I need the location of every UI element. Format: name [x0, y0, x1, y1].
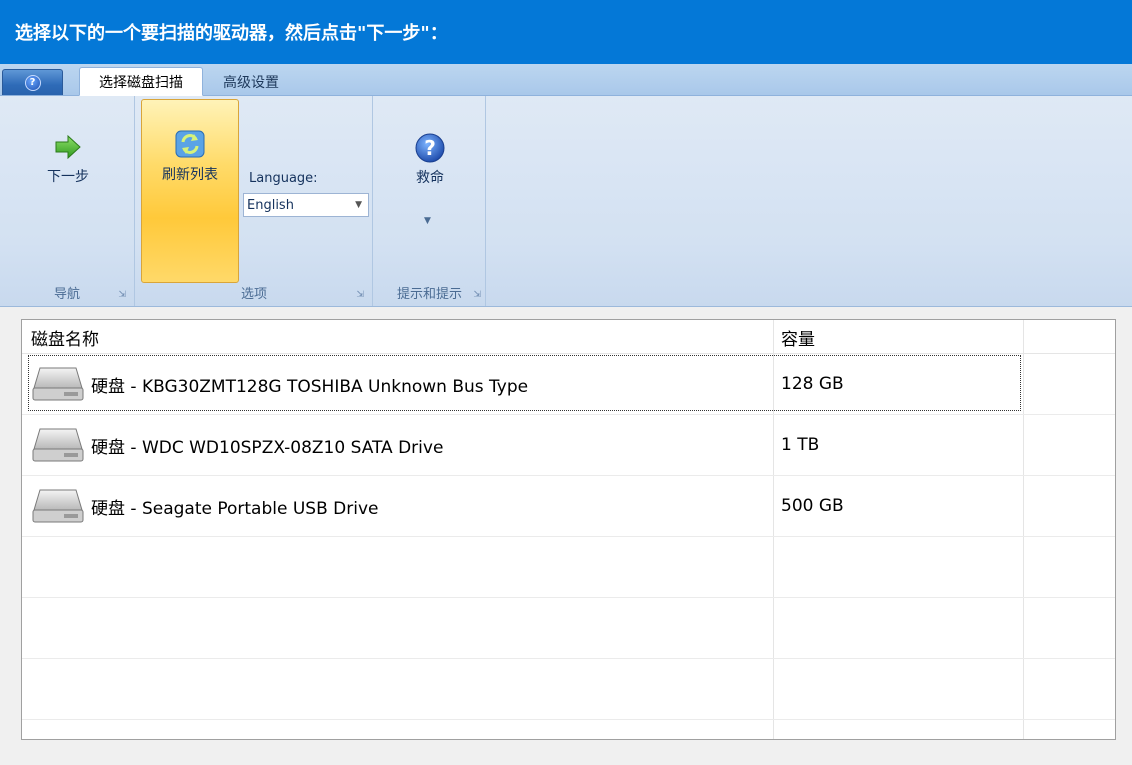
svg-text:?: ?	[424, 136, 436, 160]
tab-advanced-settings[interactable]: 高级设置	[208, 67, 294, 96]
language-select[interactable]: English ▼	[243, 193, 369, 217]
disk-name: 硬盘 - KBG30ZMT128G TOSHIBA Unknown Bus Ty…	[91, 376, 529, 397]
table-row[interactable]: 硬盘 - KBG30ZMT128G TOSHIBA Unknown Bus Ty…	[22, 354, 1115, 415]
empty-row	[22, 537, 1115, 598]
list-header: 磁盘名称 容量	[22, 320, 1115, 354]
disk-capacity: 500 GB	[781, 496, 844, 516]
dialog-launcher-icon[interactable]: ⇲	[473, 290, 481, 300]
empty-row	[22, 659, 1115, 720]
next-button[interactable]: 下一步	[38, 134, 98, 186]
tab-select-disk-label: 选择磁盘扫描	[99, 74, 183, 91]
hard-drive-icon	[32, 367, 84, 401]
column-header-disk-name[interactable]: 磁盘名称	[31, 320, 99, 354]
disk-capacity: 1 TB	[781, 435, 820, 455]
next-button-label: 下一步	[47, 169, 89, 185]
refresh-icon	[175, 130, 205, 158]
dialog-launcher-icon[interactable]: ⇲	[356, 290, 364, 300]
disk-list[interactable]: 磁盘名称 容量 硬盘 - KBG30ZMT128G TOSHIBA Unknow…	[21, 319, 1116, 740]
window-title-text: 选择以下的一个要扫描的驱动器，然后点击"下一步"：	[15, 23, 448, 44]
hard-drive-icon	[32, 428, 84, 462]
refresh-list-button[interactable]: 刷新列表	[141, 99, 239, 283]
ribbon-tab-bar: ? 选择磁盘扫描 高级设置	[0, 64, 1132, 96]
table-row[interactable]: 硬盘 - WDC WD10SPZX-08Z10 SATA Drive 1 TB	[22, 415, 1115, 476]
hard-drive-icon	[32, 489, 84, 523]
disk-name: 硬盘 - WDC WD10SPZX-08Z10 SATA Drive	[91, 437, 444, 458]
help-button[interactable]: ? 救命	[400, 132, 460, 187]
arrow-right-icon	[55, 134, 81, 160]
tab-advanced-settings-label: 高级设置	[223, 74, 279, 91]
refresh-list-label: 刷新列表	[162, 167, 218, 183]
window-title: 选择以下的一个要扫描的驱动器，然后点击"下一步"：	[0, 0, 1132, 64]
column-header-capacity[interactable]: 容量	[781, 320, 815, 354]
disk-name: 硬盘 - Seagate Portable USB Drive	[91, 498, 379, 519]
group-label-navigation: 导航	[53, 287, 80, 302]
language-label: Language:	[249, 171, 318, 186]
group-tips: ? 救命 ▼ 提示和提示 ⇲	[374, 96, 486, 306]
language-select-value: English	[247, 197, 294, 213]
ribbon: 下一步 导航 ⇲ 选项 ⇲ 刷新列表 Language: English ▼ ?…	[0, 96, 1132, 307]
help-icon: ?	[415, 133, 445, 163]
help-icon: ?	[24, 74, 41, 91]
group-label-tips: 提示和提示	[396, 287, 462, 302]
app-menu-button[interactable]: ?	[2, 69, 63, 95]
tab-select-disk[interactable]: 选择磁盘扫描	[79, 67, 203, 96]
disk-capacity: 128 GB	[781, 374, 844, 394]
group-label-options: 选项	[240, 287, 267, 302]
group-navigation: 下一步 导航 ⇲	[0, 96, 135, 306]
chevron-down-icon: ▼	[355, 200, 362, 210]
empty-row	[22, 598, 1115, 659]
chevron-down-icon[interactable]: ▼	[424, 216, 431, 226]
dialog-launcher-icon[interactable]: ⇲	[118, 290, 126, 300]
table-row[interactable]: 硬盘 - Seagate Portable USB Drive 500 GB	[22, 476, 1115, 537]
help-button-label: 救命	[416, 170, 444, 186]
